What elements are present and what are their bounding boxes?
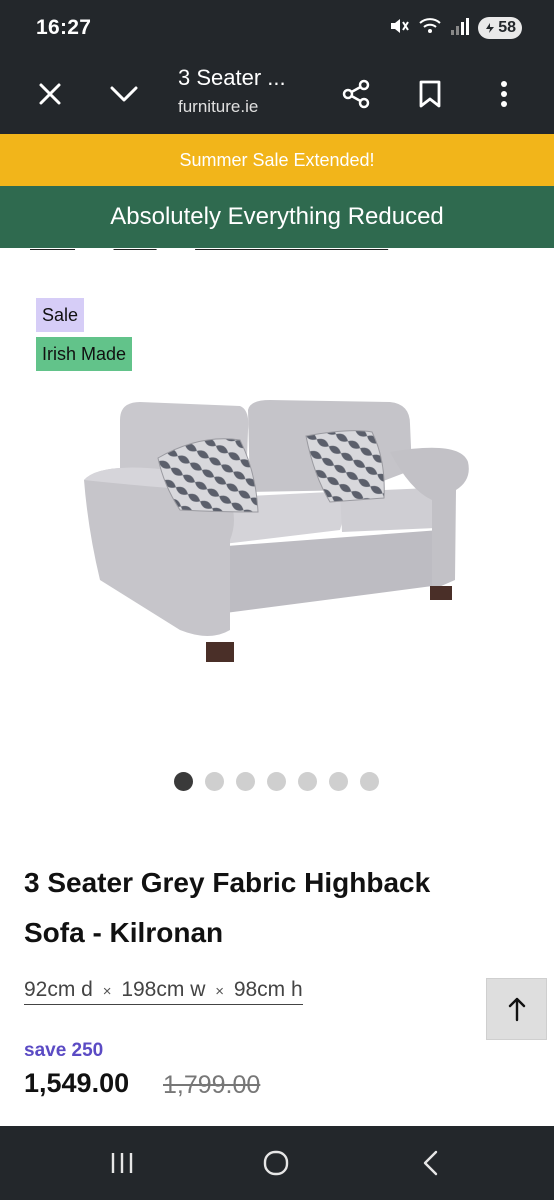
recents-button[interactable] [92, 1140, 152, 1186]
sofa-illustration [84, 400, 469, 662]
bookmark-button[interactable] [404, 68, 456, 120]
battery-icon: 58 [478, 17, 522, 39]
close-tab-button[interactable] [24, 68, 76, 120]
promo-banner-summer-sale[interactable]: Summer Sale Extended! [0, 134, 554, 186]
chevron-down-icon [110, 86, 138, 102]
share-button[interactable] [330, 68, 382, 120]
arrow-up-icon [508, 997, 525, 1022]
sale-badge: Sale [36, 298, 85, 332]
carousel-dot[interactable] [360, 772, 379, 791]
dimension-height: 98cm h [233, 978, 303, 1001]
status-bar: 16:27 58 [0, 0, 554, 56]
mute-icon [388, 15, 410, 42]
carousel-dot[interactable] [329, 772, 348, 791]
page-url[interactable]: furniture.ie [178, 97, 258, 117]
browser-toolbar: 3 Seater ... furniture.ie [0, 56, 554, 134]
dimension-separator: × [102, 983, 112, 1000]
dimension-width: 198cm w [121, 978, 206, 1001]
back-button[interactable] [400, 1140, 460, 1186]
current-price: 1,549.00 [24, 1068, 130, 1098]
dimension-separator: × [215, 983, 224, 1000]
status-time: 16:27 [36, 16, 92, 39]
carousel-dot[interactable] [174, 772, 193, 791]
promo-banner-reduced[interactable]: Absolutely Everything Reduced [0, 186, 554, 248]
carousel-dot[interactable] [267, 772, 286, 791]
home-icon [263, 1150, 289, 1176]
share-icon [342, 79, 370, 109]
bookmark-icon [419, 80, 441, 108]
irish-made-badge: Irish Made [36, 337, 133, 371]
irish-made-badge-label: Irish Made [42, 343, 127, 364]
recents-icon [111, 1153, 133, 1173]
more-options-button[interactable] [478, 68, 530, 120]
image-carousel-dots [174, 772, 379, 791]
product-image[interactable] [60, 380, 500, 680]
dimension-depth: 92cm d [24, 978, 93, 1001]
minimize-button[interactable] [98, 68, 150, 120]
sale-badge-label: Sale [42, 304, 79, 325]
original-price: 1,799.00 [163, 1071, 261, 1099]
save-amount: save 250 [24, 1040, 104, 1061]
wifi-icon [418, 15, 442, 42]
back-icon [423, 1150, 438, 1176]
more-vert-icon [501, 81, 507, 107]
home-button[interactable] [246, 1140, 306, 1186]
signal-icon [450, 16, 470, 41]
system-nav-bar [0, 1126, 554, 1200]
page-title[interactable]: 3 Seater ... [178, 65, 286, 91]
carousel-dot[interactable] [298, 772, 317, 791]
carousel-dot[interactable] [205, 772, 224, 791]
product-dimensions[interactable]: 92cm d × 198cm w × 98cm h [24, 978, 303, 1005]
scroll-to-top-button[interactable] [486, 978, 547, 1040]
promo-text: Summer Sale Extended! [179, 149, 375, 170]
status-icons: 58 [388, 15, 522, 41]
product-title: 3 Seater Grey Fabric Highback Sofa - Kil… [24, 867, 431, 948]
promo-text: Absolutely Everything Reduced [110, 203, 444, 230]
battery-level: 58 [498, 19, 516, 36]
close-icon [39, 83, 61, 105]
carousel-dot[interactable] [236, 772, 255, 791]
